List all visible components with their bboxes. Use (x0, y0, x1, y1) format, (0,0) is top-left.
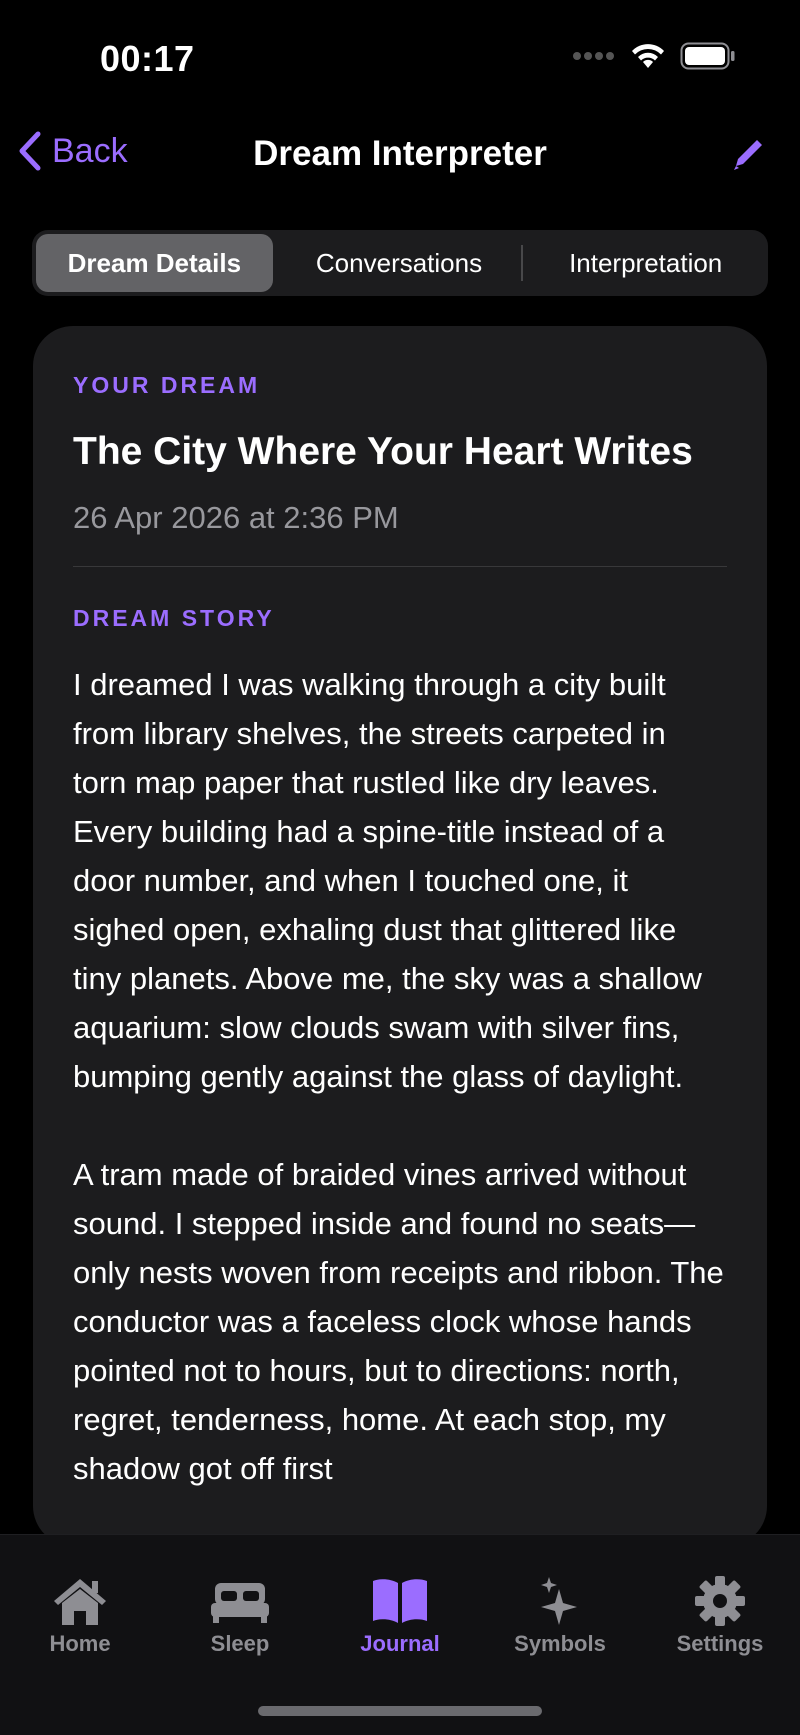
tab-sleep[interactable]: Sleep (170, 1575, 310, 1657)
status-icons (572, 42, 736, 70)
dream-story-label: DREAM STORY (73, 604, 275, 631)
battery-icon (680, 42, 735, 70)
tab-settings-label: Settings (676, 1631, 764, 1656)
sparkles-icon (541, 1577, 577, 1625)
home-indicator[interactable] (258, 1706, 542, 1716)
dream-title: The City Where Your Heart Writes (73, 430, 693, 473)
your-dream-label: YOUR DREAM (73, 372, 261, 398)
edit-button[interactable] (728, 134, 768, 174)
book-icon (373, 1579, 427, 1623)
tab-home-label: Home (49, 1631, 111, 1656)
status-time: 00:17 (100, 38, 195, 79)
pencil-icon (734, 140, 762, 170)
dream-story-text: I dreamed I was walking through a city b… (73, 666, 724, 1486)
tab-settings[interactable]: Settings (650, 1575, 790, 1657)
segment-conversations[interactable]: Conversations (281, 234, 518, 292)
navigation-bar: Back Dream Interpreter (0, 120, 800, 190)
tab-symbols[interactable]: Symbols (490, 1575, 630, 1657)
house-icon (54, 1579, 106, 1625)
tab-bar: Home Sleep Journal Symbols Settings (0, 1534, 800, 1735)
segmented-control: Dream Details Conversations Interpretati… (32, 230, 768, 296)
segment-interpretation[interactable]: Interpretation (527, 234, 764, 292)
cellular-signal-icon (573, 52, 614, 60)
page-title: Dream Interpreter (253, 134, 547, 173)
card-divider (73, 565, 727, 567)
status-bar: 00:17 (0, 0, 800, 110)
gear-icon (695, 1576, 745, 1626)
dream-date: 26 Apr 2026 at 2:36 PM (73, 499, 399, 535)
tab-home[interactable]: Home (10, 1575, 150, 1657)
tab-symbols-label: Symbols (514, 1631, 606, 1656)
wifi-icon (632, 44, 664, 68)
segment-dream-details[interactable]: Dream Details (36, 234, 273, 292)
segment-divider (521, 245, 524, 281)
tab-journal-label: Journal (360, 1631, 440, 1656)
bed-icon (211, 1583, 269, 1623)
tab-journal[interactable]: Journal (330, 1575, 470, 1657)
dream-card: YOUR DREAM The City Where Your Heart Wri… (33, 326, 767, 1546)
tab-sleep-label: Sleep (210, 1631, 270, 1656)
